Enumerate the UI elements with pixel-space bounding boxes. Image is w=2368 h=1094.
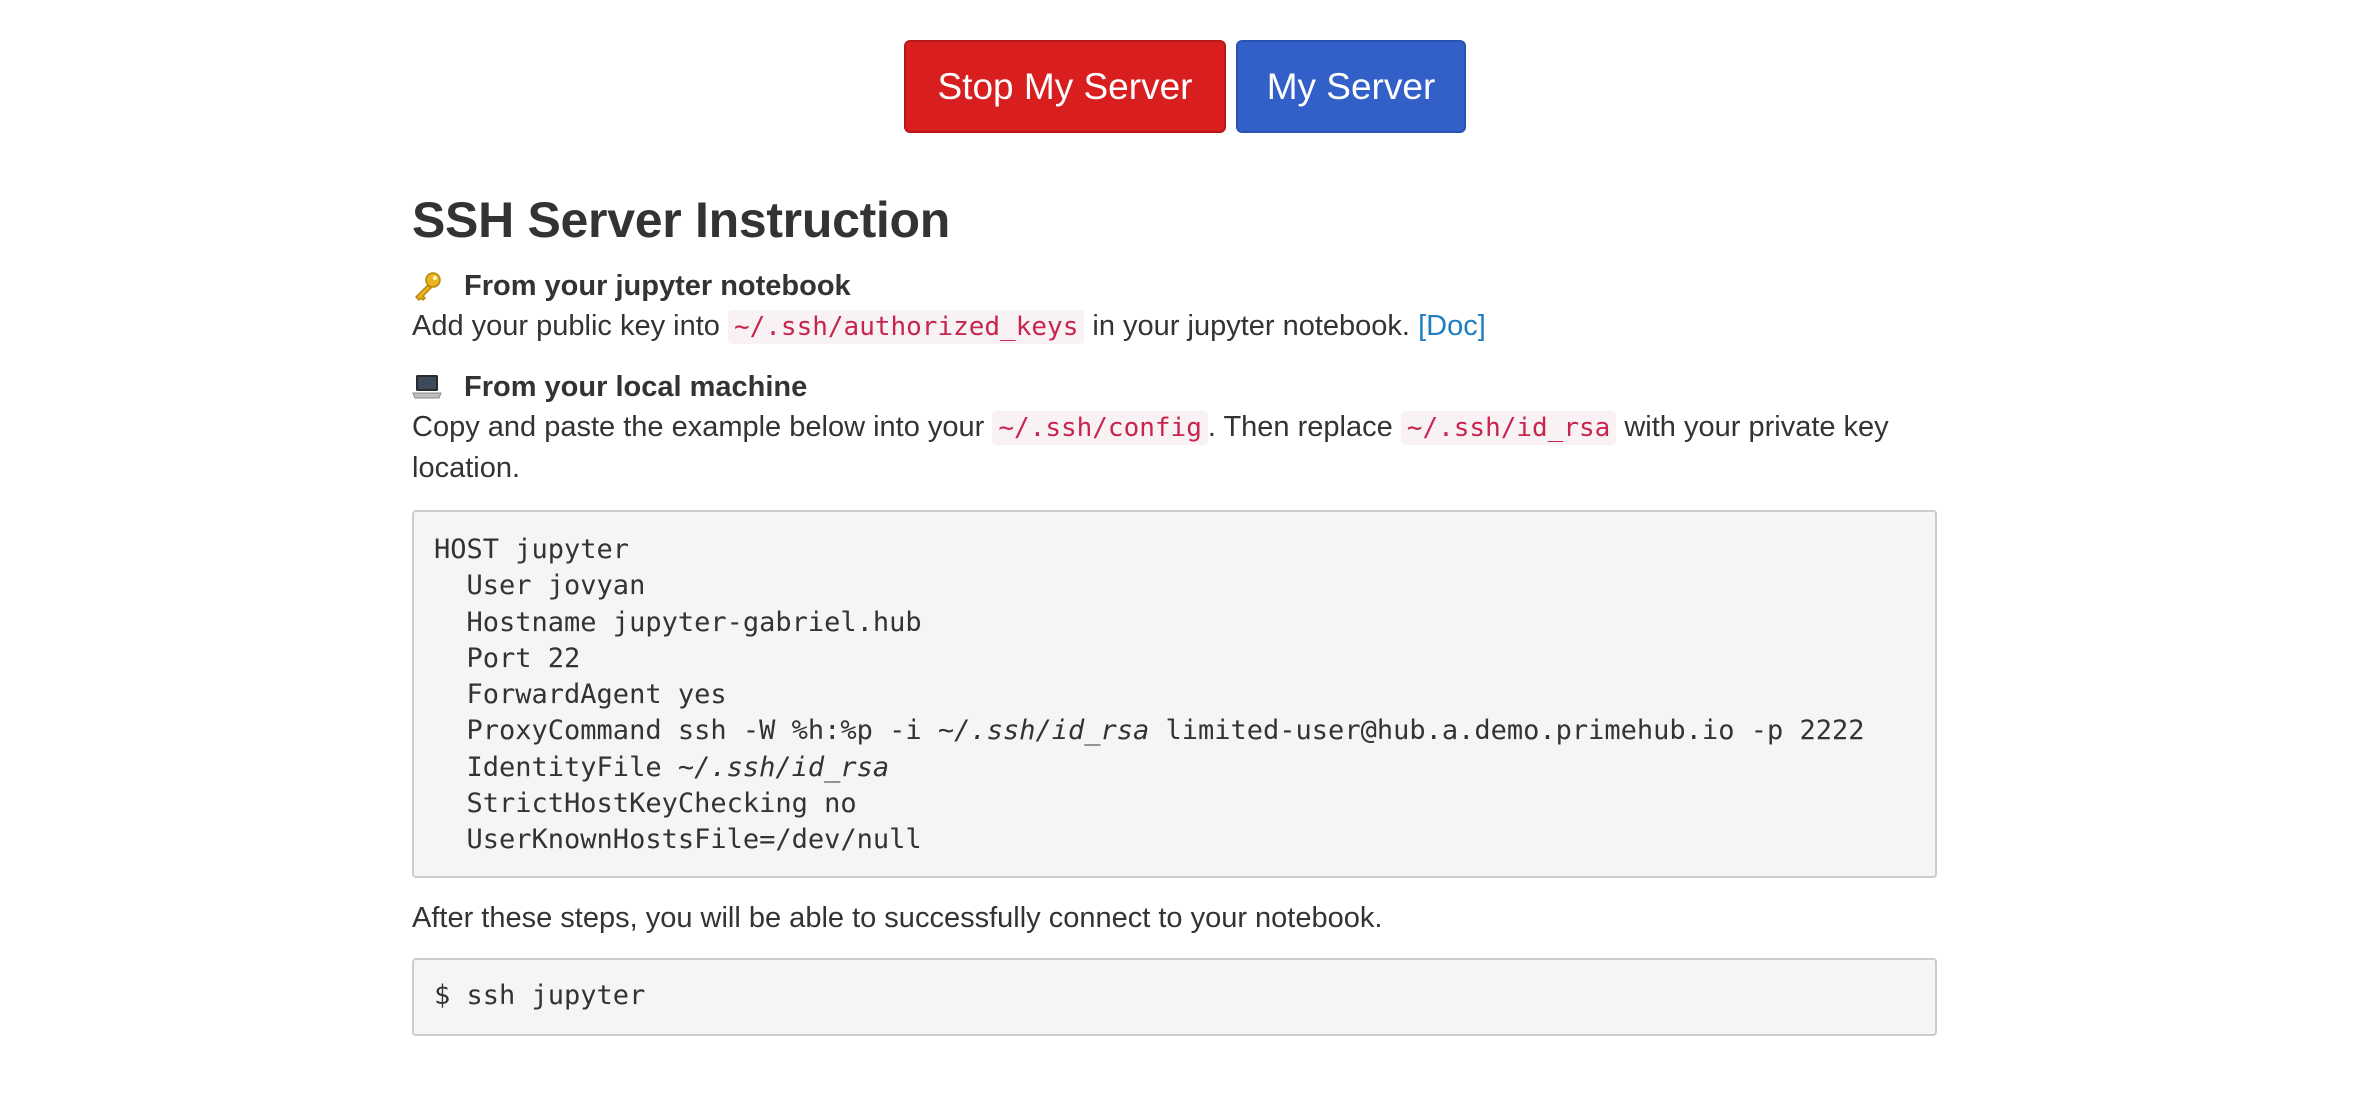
- doc-link[interactable]: [Doc]: [1418, 310, 1486, 342]
- local-section-heading: From your local machine: [412, 367, 1937, 407]
- local-section-text: Copy and paste the example below into yo…: [412, 407, 1937, 488]
- config-line: ProxyCommand ssh -W %h:%p -i: [434, 715, 938, 747]
- jupyter-section-text: Add your public key into ~/.ssh/authoriz…: [412, 306, 1937, 347]
- ssh-command: $ ssh jupyter: [434, 980, 646, 1011]
- ssh-instructions: SSH Server Instruction From your jupyter…: [412, 186, 1937, 1036]
- server-controls: Stop My Server My Server: [0, 40, 2368, 133]
- local-text-1: Copy and paste the example below into yo…: [412, 411, 985, 443]
- config-line: ForwardAgent yes: [434, 679, 727, 711]
- config-line-path: ~/.ssh/id_rsa: [677, 751, 890, 783]
- jupyter-text-before: Add your public key into: [412, 310, 720, 342]
- local-section-title: From your local machine: [464, 371, 808, 403]
- my-server-button[interactable]: My Server: [1236, 40, 1466, 133]
- ssh-config-code-block: HOST jupyter User jovyan Hostname jupyte…: [412, 510, 1937, 878]
- page-title: SSH Server Instruction: [412, 192, 951, 248]
- config-line: Hostname jupyter-gabriel.hub: [434, 606, 922, 638]
- jupyter-section-heading: From your jupyter notebook: [412, 266, 1937, 306]
- config-line: UserKnownHostsFile=/dev/null: [434, 824, 922, 856]
- config-line: HOST jupyter: [434, 534, 630, 565]
- ssh-command-block: $ ssh jupyter: [412, 958, 1937, 1036]
- config-line: StrictHostKeyChecking no: [434, 788, 857, 820]
- ssh-config-path: ~/.ssh/config: [992, 411, 1208, 445]
- authorized-keys-path: ~/.ssh/authorized_keys: [727, 310, 1085, 344]
- key-icon: [412, 271, 464, 301]
- local-text-2: . Then replace: [1207, 411, 1393, 443]
- config-line: User jovyan: [434, 570, 646, 602]
- config-line-path: ~/.ssh/id_rsa: [937, 715, 1150, 747]
- jupyter-text-after: in your jupyter notebook.: [1092, 310, 1410, 342]
- after-steps-text: After these steps, you will be able to s…: [412, 902, 1383, 934]
- page: Stop My Server My Server SSH Server Inst…: [0, 0, 2368, 1094]
- stop-server-button[interactable]: Stop My Server: [904, 40, 1226, 133]
- laptop-icon: [412, 372, 464, 402]
- config-line: limited-user@hub.a.demo.primehub.io -p 2…: [1149, 715, 1865, 747]
- jupyter-section-title: From your jupyter notebook: [464, 270, 851, 302]
- config-line: IdentityFile: [434, 751, 678, 783]
- id-rsa-path: ~/.ssh/id_rsa: [1400, 411, 1617, 445]
- config-line: Port 22: [434, 642, 581, 674]
